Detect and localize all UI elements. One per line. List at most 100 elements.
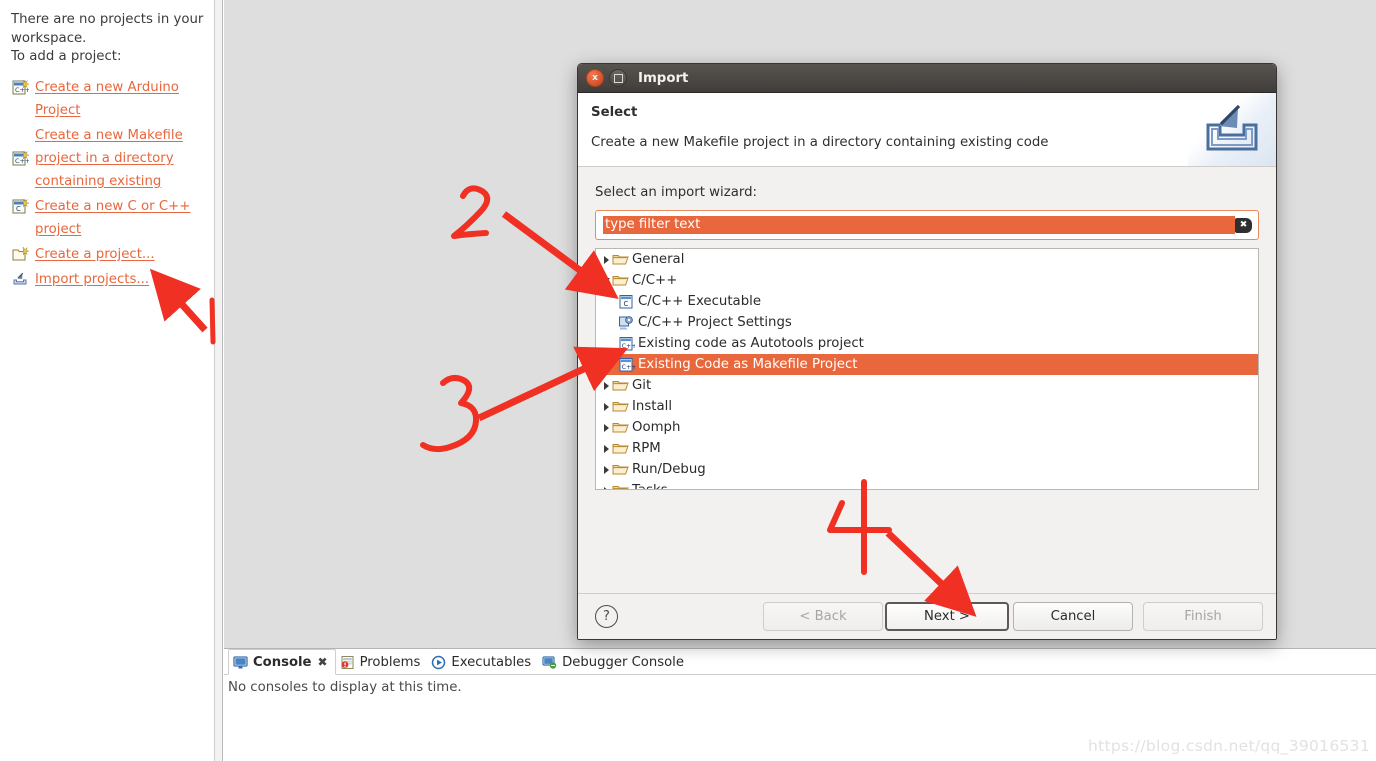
dialog-title: Import <box>638 70 689 86</box>
tree-row-run-debug[interactable]: Run/Debug <box>596 459 1258 480</box>
close-icon[interactable]: ✖ <box>318 655 328 669</box>
folder-icon <box>612 399 629 415</box>
hint-row-create-makefile[interactable]: C++ Create a new Makefile project in a d… <box>11 124 204 193</box>
hint-link-label[interactable]: Create a new C or C++ project <box>35 195 204 241</box>
tree-row-label: Git <box>632 378 652 393</box>
back-button[interactable]: < Back <box>763 602 883 631</box>
panel-divider <box>215 0 223 761</box>
help-icon[interactable]: ? <box>595 605 618 628</box>
dialog-header-description: Create a new Makefile project in a direc… <box>591 135 1049 150</box>
watermark: https://blog.csdn.net/qq_39016531 <box>1087 737 1370 755</box>
folder-icon <box>612 273 629 289</box>
svg-text:C: C <box>16 205 21 213</box>
chevron-right-icon[interactable] <box>600 486 612 489</box>
tab-console[interactable]: Console ✖ <box>228 649 336 675</box>
folder-icon <box>612 420 629 436</box>
console-empty-message: No consoles to display at this time. <box>228 680 462 695</box>
tab-executables[interactable]: Executables <box>427 650 538 674</box>
maximize-window-button[interactable] <box>609 69 627 87</box>
tree-row-c-cpp-project-settings[interactable]: C/C++ Project Settings <box>596 312 1258 333</box>
tree-row-oomph[interactable]: Oomph <box>596 417 1258 438</box>
chevron-right-icon[interactable] <box>600 381 612 390</box>
tree-row-label: C/C++ Executable <box>638 294 762 309</box>
tree-row-c-cpp-executable[interactable]: C C/C++ Executable <box>596 291 1258 312</box>
tree-row-label: Oomph <box>632 420 681 435</box>
cpp-file-icon: C++ <box>618 336 637 352</box>
tree-row-label: Existing Code as Makefile Project <box>638 357 858 372</box>
executables-icon <box>431 655 446 670</box>
tab-problems[interactable]: Problems <box>336 650 428 674</box>
tree-row-label: Tasks <box>632 483 668 489</box>
import-dialog: x Import Select Create a new Makefile pr… <box>577 63 1277 640</box>
tree-row-label: General <box>632 252 685 267</box>
hint-link-label[interactable]: Create a new Makefile project in a direc… <box>35 124 204 193</box>
tree-row-tasks[interactable]: Tasks <box>596 480 1258 489</box>
chevron-right-icon[interactable] <box>600 444 612 453</box>
tab-label: Console <box>253 654 312 670</box>
tree-row-label: C/C++ Project Settings <box>638 315 792 330</box>
tree-row-label: Existing code as Autotools project <box>638 336 864 351</box>
maximize-icon <box>610 70 626 86</box>
dialog-titlebar: x Import <box>578 64 1276 93</box>
tree-row-label: RPM <box>632 441 661 456</box>
next-button[interactable]: Next > <box>885 602 1009 631</box>
hint-row-create-project[interactable]: Create a project... <box>11 243 204 266</box>
cpp-new-project-icon: C++ <box>11 149 30 168</box>
cpp-new-project-icon: C++ <box>11 78 30 97</box>
tree-row-rpm[interactable]: RPM <box>596 438 1258 459</box>
chevron-down-icon[interactable] <box>600 278 612 283</box>
folder-icon <box>612 462 629 478</box>
hint-link-label[interactable]: Create a project... <box>35 243 155 266</box>
cpp-file-icon: C++ <box>618 357 637 373</box>
tree-row-c-cpp[interactable]: C/C++ <box>596 270 1258 291</box>
console-icon <box>233 655 248 670</box>
tab-label: Problems <box>359 654 421 670</box>
c-file-icon: C <box>618 294 635 310</box>
application-window: There are no projects in your workspace.… <box>0 0 1376 761</box>
folder-icon <box>612 252 629 268</box>
workspace-hint-list: C++ Create a new Arduino Project C++ Cre… <box>11 76 204 291</box>
view-tabbar: Console ✖ Problems Executables Debugger … <box>224 649 1376 675</box>
clear-icon[interactable]: ✖ <box>1235 217 1252 233</box>
hint-row-create-arduino[interactable]: C++ Create a new Arduino Project <box>11 76 204 122</box>
svg-text:C++: C++ <box>622 342 635 350</box>
dialog-body: Select an import wizard: type filter tex… <box>578 167 1276 596</box>
hint-link-label[interactable]: Import projects... <box>35 268 149 291</box>
filter-input[interactable]: type filter text <box>603 216 1235 234</box>
import-wizard-tree[interactable]: General C/C++ C C/C++ Executable C/C++ P… <box>595 248 1259 490</box>
chevron-right-icon[interactable] <box>600 402 612 411</box>
tree-row-label: Run/Debug <box>632 462 706 477</box>
hint-row-import-projects[interactable]: Import projects... <box>11 268 204 291</box>
close-window-button[interactable]: x <box>586 69 604 87</box>
hint-link-label[interactable]: Create a new Arduino Project <box>35 76 204 122</box>
import-icon <box>11 271 29 289</box>
debugger-console-icon <box>542 655 557 670</box>
chevron-right-icon[interactable] <box>600 465 612 474</box>
dialog-header-title: Select <box>591 105 638 120</box>
import-wizard-icon <box>1188 93 1276 166</box>
new-project-icon <box>11 245 29 264</box>
problems-icon <box>340 655 355 670</box>
tab-debugger-console[interactable]: Debugger Console <box>538 650 691 674</box>
chevron-right-icon[interactable] <box>600 255 612 264</box>
cancel-button[interactable]: Cancel <box>1013 602 1133 631</box>
tree-row-existing-autotools[interactable]: C++ Existing code as Autotools project <box>596 333 1258 354</box>
tree-row-git[interactable]: Git <box>596 375 1258 396</box>
tab-label: Executables <box>451 654 532 670</box>
tree-row-general[interactable]: General <box>596 249 1258 270</box>
hint-row-create-c-cpp[interactable]: C Create a new C or C++ project <box>11 195 204 241</box>
workspace-hints-panel: There are no projects in your workspace.… <box>0 0 215 761</box>
close-icon: x <box>592 72 598 83</box>
filter-field[interactable]: type filter text ✖ <box>595 210 1259 240</box>
svg-text:C: C <box>624 300 629 308</box>
c-new-project-icon: C <box>11 197 29 216</box>
finish-button[interactable]: Finish <box>1143 602 1263 631</box>
tree-row-install[interactable]: Install <box>596 396 1258 417</box>
tree-row-existing-makefile[interactable]: C++ Existing Code as Makefile Project <box>596 354 1258 375</box>
settings-icon <box>618 315 635 331</box>
dialog-header: Select Create a new Makefile project in … <box>578 93 1276 167</box>
tree-row-label: C/C++ <box>632 273 678 288</box>
svg-text:C++: C++ <box>622 363 635 371</box>
chevron-right-icon[interactable] <box>600 423 612 432</box>
workspace-intro-text: There are no projects in your workspace.… <box>11 12 204 64</box>
